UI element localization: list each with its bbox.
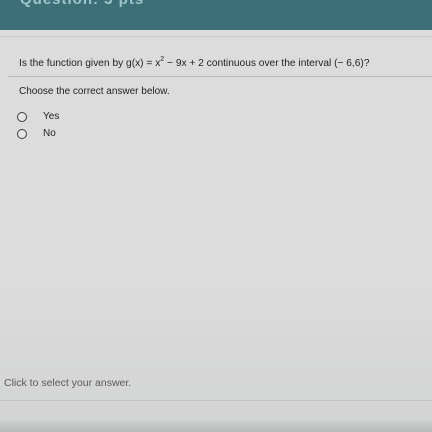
radio-button-no[interactable] (17, 128, 27, 139)
radio-button-yes[interactable] (17, 111, 27, 122)
question-suffix: − 9x + 2 continuous over the interval (−… (164, 58, 370, 69)
instruction-text: Choose the correct answer below. (19, 86, 170, 97)
status-hint: Click to select your answer. (4, 377, 132, 389)
question-page: Question: 3 pts Is the function given by… (0, 0, 432, 432)
bottom-toolbar-area (0, 420, 432, 432)
question-header-text: Question: 3 pts (20, 0, 144, 8)
top-divider (0, 36, 432, 37)
answer-option-no[interactable]: No (17, 128, 56, 139)
question-divider (8, 76, 432, 77)
question-text: Is the function given by g(x) = x2 − 9x … (19, 56, 370, 69)
answer-option-label[interactable]: Yes (43, 111, 59, 122)
footer-divider (0, 400, 432, 401)
question-prefix: Is the function given by g(x) = x (19, 58, 161, 69)
answer-option-label[interactable]: No (43, 128, 56, 139)
question-header-bar: Question: 3 pts (0, 0, 432, 30)
answer-option-yes[interactable]: Yes (17, 111, 59, 122)
